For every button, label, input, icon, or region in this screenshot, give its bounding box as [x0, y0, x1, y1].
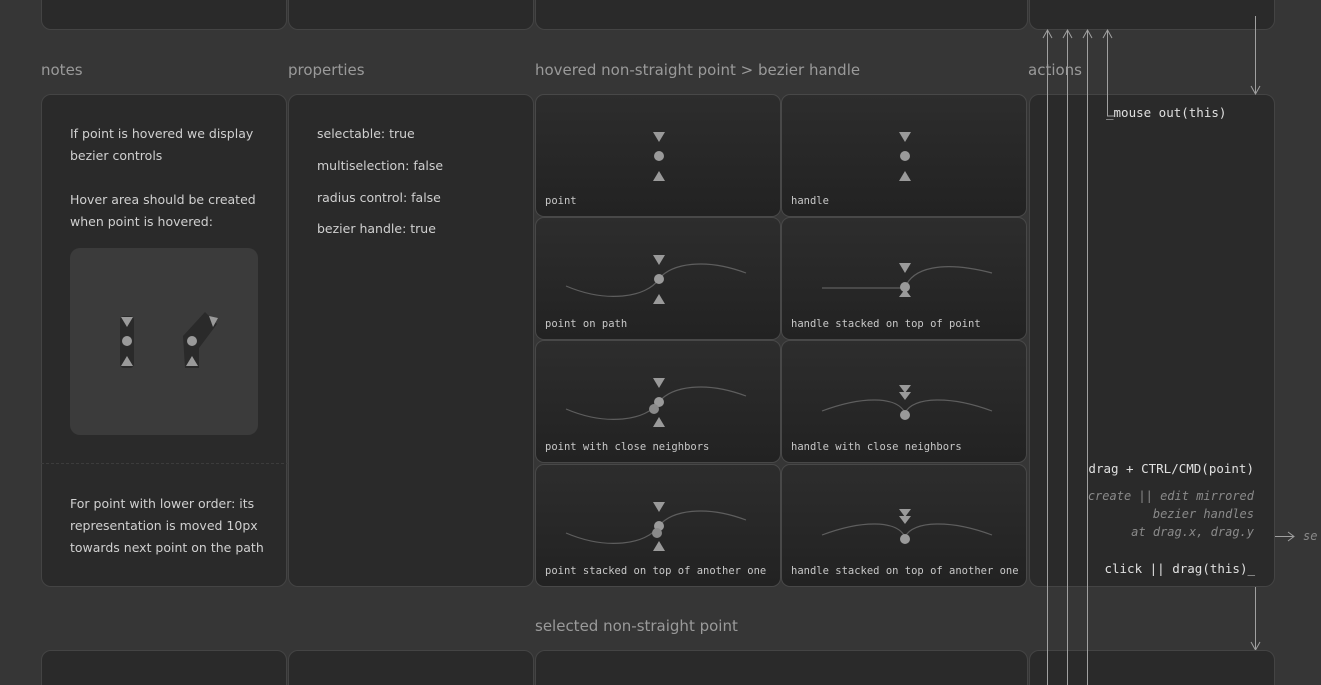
action-mouse-out: _mouse out(this) — [1106, 105, 1227, 120]
tile-point: point — [535, 94, 781, 217]
tile-label: handle stacked on top of another one — [791, 565, 1019, 577]
bottom-card-properties — [288, 650, 534, 685]
tile-label: handle stacked on top of point — [791, 318, 981, 330]
top-card-states — [535, 0, 1028, 30]
top-card-notes — [41, 0, 287, 30]
top-card-properties — [288, 0, 534, 30]
tile-handle-stacked-on-another: handle stacked on top of another one — [781, 464, 1027, 587]
angled-hover-glyph — [183, 312, 218, 368]
tile-label: handle — [791, 195, 829, 207]
section-label-selected: selected non-straight point — [535, 617, 738, 635]
tile-label: point — [545, 195, 577, 207]
tile-label: point with close neighbors — [545, 441, 710, 453]
property-bezier-handle: bezier handle: true — [317, 221, 436, 236]
top-card-actions — [1029, 0, 1275, 30]
tile-point-on-path: point on path — [535, 217, 781, 340]
tile-point-close-neighbors: point with close neighbors — [535, 340, 781, 463]
action-click-drag: click || drag(this)_ — [1104, 561, 1255, 576]
property-radius-control: radius control: false — [317, 190, 441, 205]
bottom-card-states — [535, 650, 1028, 685]
note-lower-order: For point with lower order: its represen… — [70, 496, 264, 555]
hover-area-diagram — [120, 312, 218, 368]
bottom-card-notes — [41, 650, 287, 685]
tile-handle-close-neighbors: handle with close neighbors — [781, 340, 1027, 463]
action-drag-ctrl: drag + CTRL/CMD(point) — [1088, 461, 1254, 476]
hover-area-illustration — [70, 248, 258, 435]
bottom-card-actions — [1029, 650, 1275, 685]
tile-point-stacked-on-another: point stacked on top of another one — [535, 464, 781, 587]
property-multiselection: multiselection: false — [317, 158, 444, 173]
tile-label: handle with close neighbors — [791, 441, 962, 453]
action-arrow-target: se — [1303, 529, 1318, 543]
tile-label: point stacked on top of another one — [545, 565, 767, 577]
tile-handle: handle — [781, 94, 1027, 217]
section-label-notes: notes — [41, 61, 83, 79]
section-label-hovered: hovered non-straight point > bezier hand… — [535, 61, 861, 79]
section-label-properties: properties — [288, 61, 365, 79]
note-hover-area: Hover area should be created when point … — [70, 192, 256, 229]
straight-hover-glyph — [120, 316, 134, 368]
action-drag-ctrl-description: create || edit mirrored bezier handles a… — [1087, 489, 1254, 539]
tile-handle-stacked-on-point: handle stacked on top of point — [781, 217, 1027, 340]
note-hover-controls: If point is hovered we display bezier co… — [70, 126, 254, 163]
section-label-actions: actions — [1028, 61, 1082, 79]
property-selectable: selectable: true — [317, 126, 415, 141]
tile-label: point on path — [545, 318, 628, 330]
